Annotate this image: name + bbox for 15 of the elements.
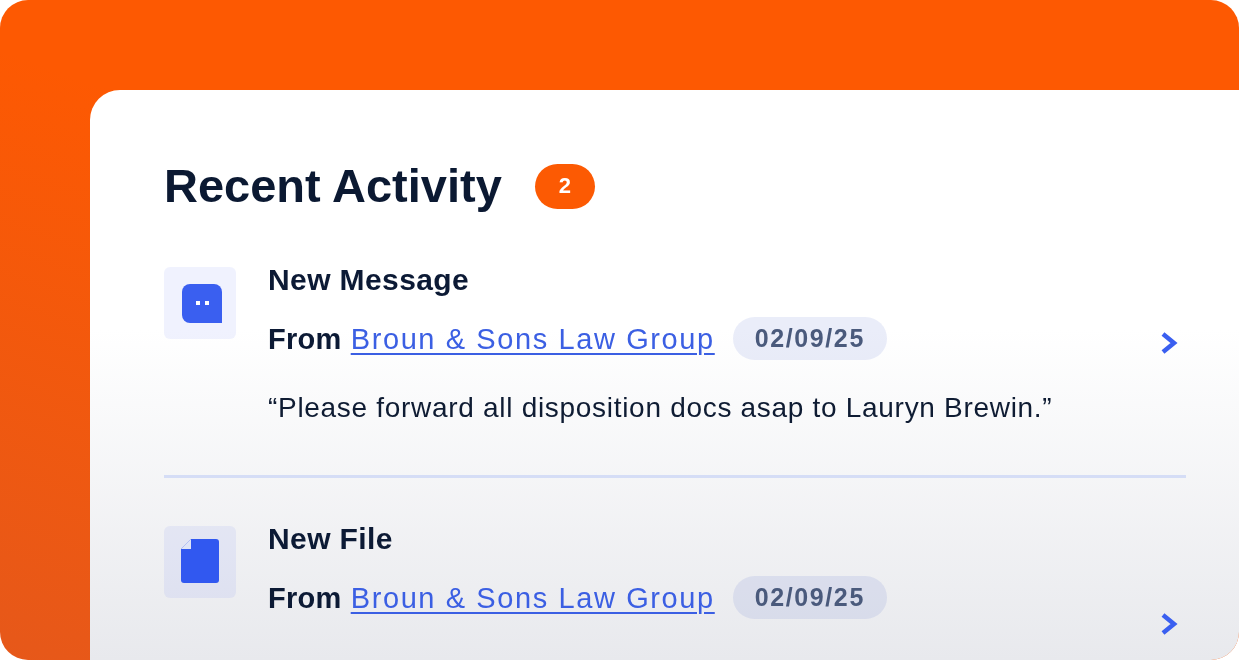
section-title: Recent Activity bbox=[164, 158, 502, 214]
date-chip: 02/09/25 bbox=[732, 317, 887, 360]
from-label: From bbox=[268, 321, 342, 357]
date-chip: 02/09/25 bbox=[732, 576, 887, 619]
sender-link[interactable]: Broun & Sons Law Group bbox=[350, 579, 715, 616]
sender-link[interactable]: Broun & Sons Law Group bbox=[350, 320, 715, 357]
from-label: From bbox=[268, 580, 342, 616]
chevron-right-icon[interactable] bbox=[1160, 611, 1178, 636]
item-title: New File bbox=[268, 521, 393, 557]
message-preview: “Please forward all disposition docs asap to Lauryn Brewin.” bbox=[268, 391, 1054, 424]
document-icon bbox=[164, 526, 236, 598]
chevron-right-icon[interactable] bbox=[1160, 331, 1178, 355]
count-badge: 2 bbox=[534, 163, 595, 209]
chat-bubble-icon bbox=[164, 267, 236, 339]
item-title: New Message bbox=[268, 262, 470, 298]
